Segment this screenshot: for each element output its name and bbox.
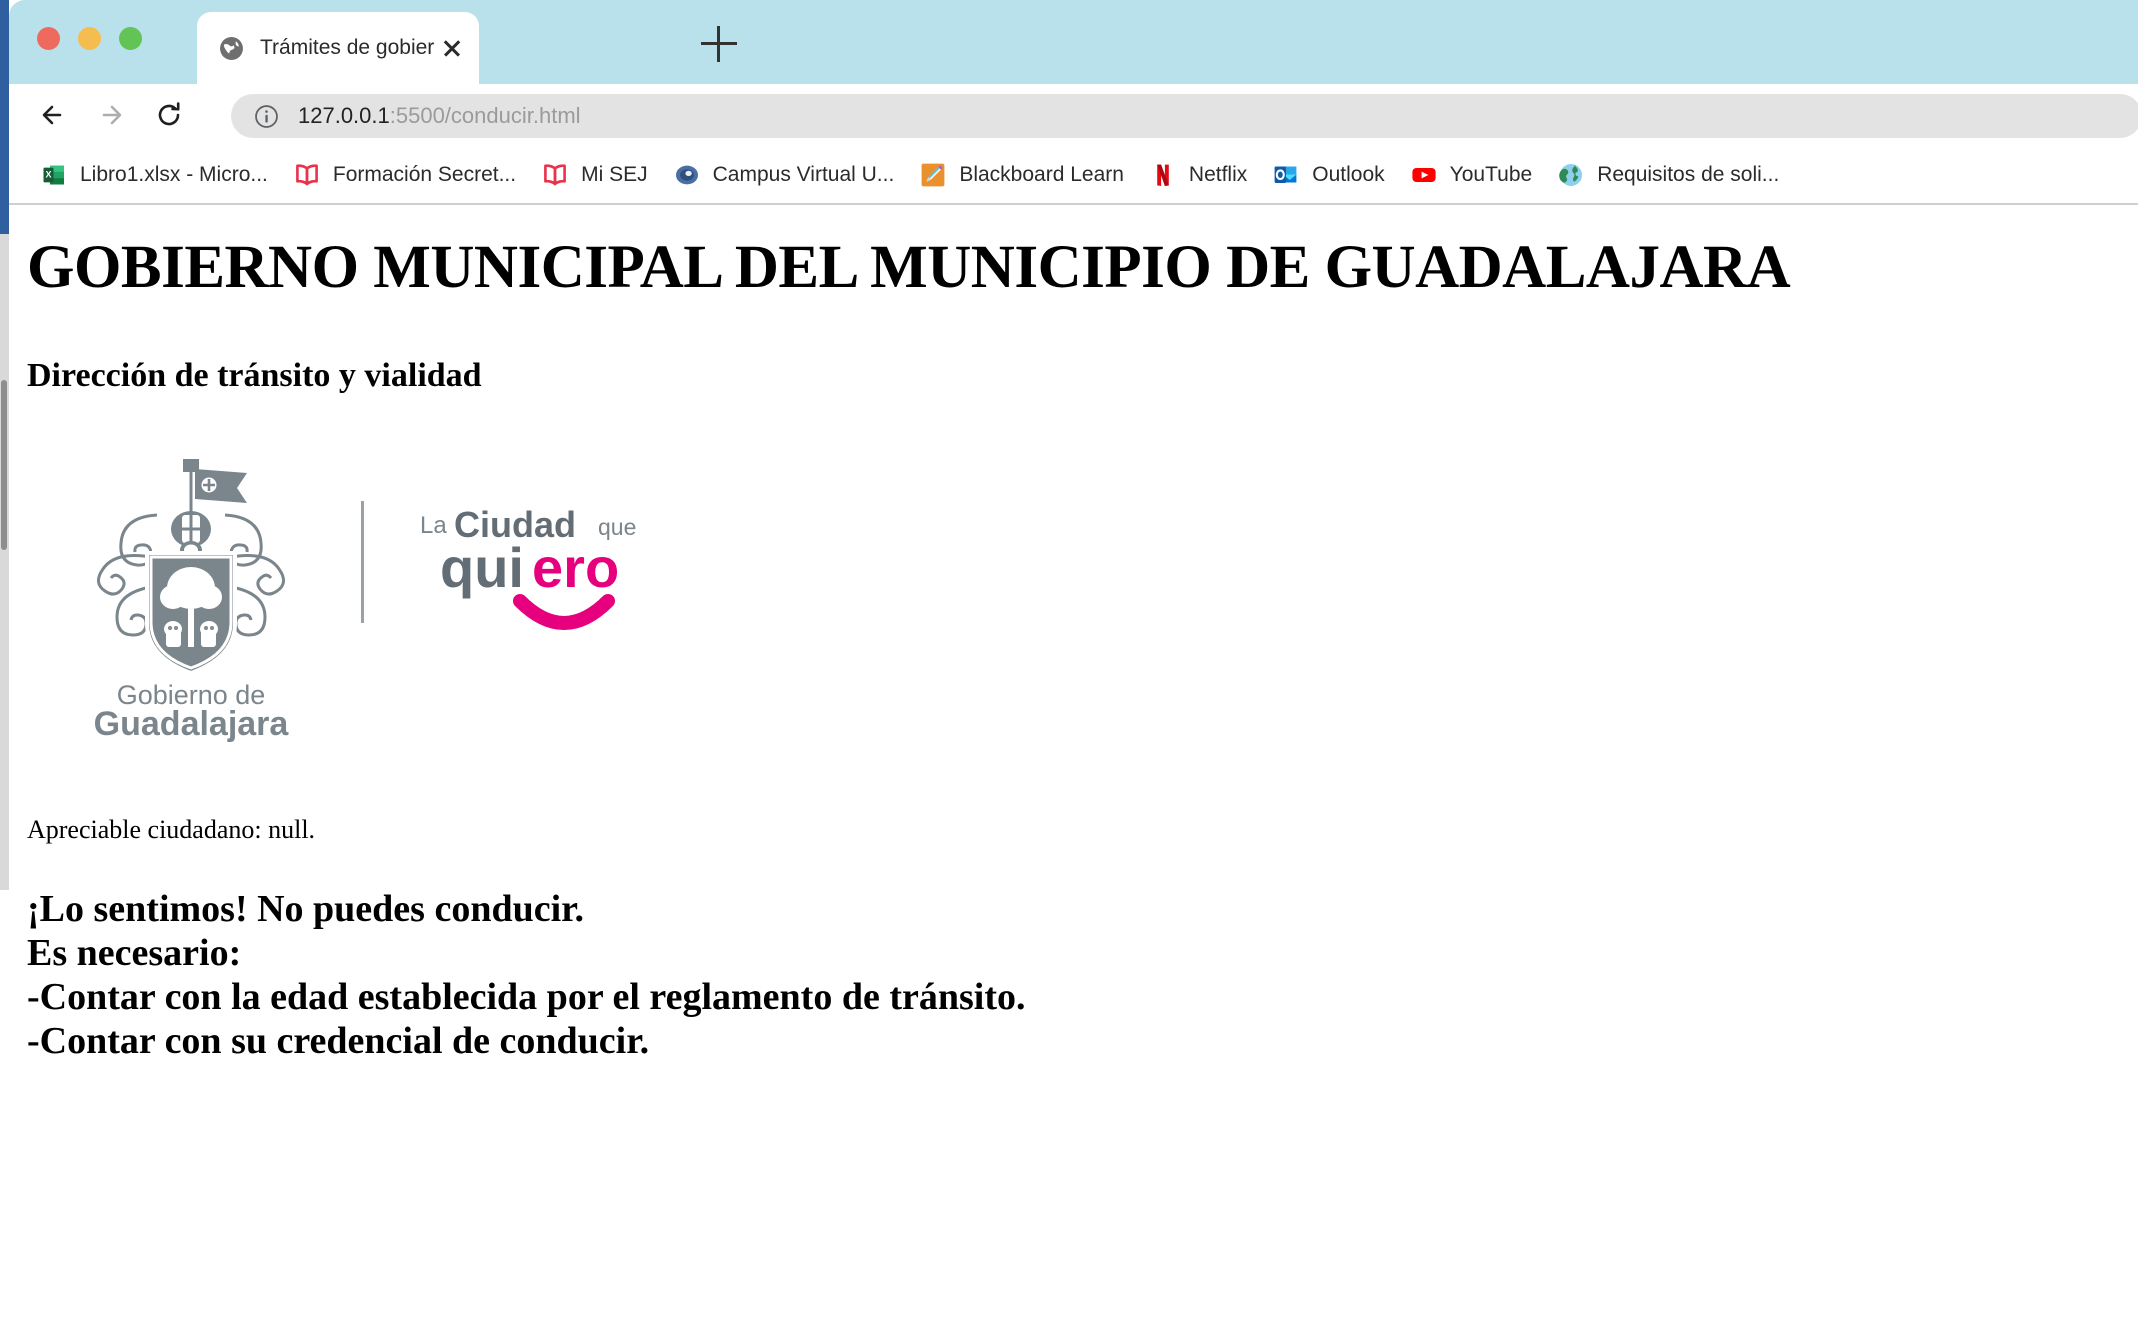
bookmark-label: Libro1.xlsx - Micro... [80,163,268,186]
crest-wordmark-line2: Guadalajara [94,705,290,743]
close-tab-button[interactable] [435,31,469,65]
address-bar-url: 127.0.0.1:5500/conducir.html [298,103,581,129]
guadalajara-crest-logo: Gobierno de Guadalajara [94,459,290,743]
close-window-button[interactable] [37,27,60,50]
maximize-window-button[interactable] [119,27,142,50]
bookmark-label: Requisitos de soli... [1597,163,1780,186]
tab-title: Trámites de gobierno [260,36,435,59]
forward-arrow-icon [102,105,122,125]
logo-separator [361,501,364,624]
forward-button[interactable] [89,93,133,137]
bookmark-label: Campus Virtual U... [712,163,895,186]
background-window-sliver [0,0,9,234]
background-window-scrollbar[interactable] [1,380,7,550]
slogan-qui: qui [440,536,524,599]
page-title: GOBIERNO MUNICIPAL DEL MUNICIPIO DE GUAD… [27,234,1791,301]
notice-block: ¡Lo sentimos! No puedes conducir. Es nec… [27,887,2120,1063]
la-ciudad-que-quiero-logo: La Ciudad que qui ero [420,504,636,630]
window-controls [37,27,142,50]
bookmark-label: Mi SEJ [581,163,648,186]
new-tab-button[interactable] [701,26,737,62]
pencil-icon [921,163,945,187]
bookmark-outlook[interactable]: Outlook [1265,155,1392,195]
bookmark-label: Netflix [1188,163,1248,186]
reload-icon [158,102,180,126]
bookmark-label: YouTube [1449,163,1533,186]
address-bar[interactable]: 127.0.0.1:5500/conducir.html [231,94,2138,138]
page-subtitle: Dirección de tránsito y vialidad [27,357,482,395]
youtube-icon [1412,168,1436,182]
slogan-la: La [420,512,447,539]
notice-line-4: -Contar con su credencial de conducir. [27,1020,650,1063]
book-icon [544,164,567,186]
page-content: GOBIERNO MUNICIPAL DEL MUNICIPIO DE GUAD… [9,234,2138,1063]
bookmark-youtube[interactable]: YouTube [1403,155,1541,195]
bookmark-requisitos-de-solicitud[interactable]: Requisitos de soli... [1550,155,1787,195]
url-host: 127.0.0.1 [298,103,390,128]
netflix-icon [1157,164,1169,186]
notice-line-1: ¡Lo sentimos! No puedes conducir. [27,888,585,931]
tab-strip: Trámites de gobierno [9,0,2138,84]
bookmark-label: Formación Secret... [332,163,517,186]
bookmark-label: Outlook [1312,163,1385,186]
svg-text:X: X [45,170,51,180]
reload-button[interactable] [147,93,191,137]
bookmark-mi-sej[interactable]: Mi SEJ [534,155,656,195]
info-circle-icon[interactable] [253,103,280,130]
browser-window: Trámites de gobierno [0,0,2138,1340]
moodle-icon [675,165,698,185]
background-window-sliver-lower [0,234,9,890]
excel-icon: X [43,165,64,185]
back-button[interactable] [31,93,75,137]
notice-line-2: Es necesario: [27,932,242,975]
bookmark-libro1-xlsx[interactable]: X Libro1.xlsx - Micro... [33,155,276,195]
bookmark-blackboard-learn[interactable]: Blackboard Learn [912,155,1132,195]
browser-toolbar: 127.0.0.1:5500/conducir.html [9,84,2138,146]
logo-row: Gobierno de Guadalajara La Ciudad que qu… [69,451,2120,751]
page-viewport: GOBIERNO MUNICIPAL DEL MUNICIPIO DE GUAD… [9,205,2138,1340]
bookmark-netflix[interactable]: Netflix [1142,155,1255,195]
minimize-window-button[interactable] [78,27,101,50]
greeting-text: Apreciable ciudadano: null. [27,815,316,845]
back-arrow-icon [42,105,62,125]
outlook-icon [1274,166,1297,183]
notice-line-3: -Contar con la edad establecida por el r… [27,976,1026,1019]
globe-earth-icon [1559,164,1583,186]
bookmark-formacion-secretaria[interactable]: Formación Secret... [286,155,524,195]
browser-tab[interactable]: Trámites de gobierno [197,12,479,84]
bookmark-label: Blackboard Learn [959,163,1124,186]
url-path: :5500/conducir.html [389,103,581,128]
bookmark-campus-virtual[interactable]: Campus Virtual U... [666,155,903,195]
globe-icon [220,36,243,60]
book-icon [295,164,318,186]
bookmarks-divider [9,203,2138,205]
bookmarks-bar: X Libro1.xlsx - Micro... Formación Secre… [9,146,2138,204]
slogan-ero: ero [532,536,619,599]
